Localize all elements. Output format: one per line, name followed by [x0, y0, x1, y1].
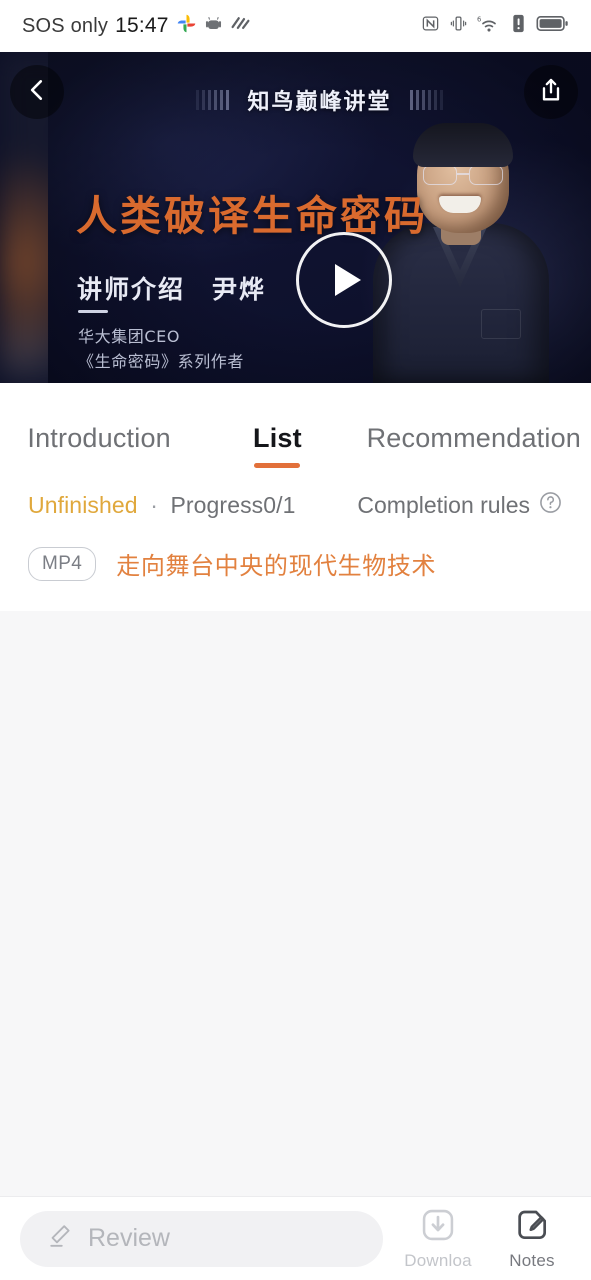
alert-icon [510, 14, 527, 38]
video-banner[interactable]: 知鸟巅峰讲堂 人类破译生命密码 讲师介绍 尹烨 华大集团CEO 《生命密码》系列… [0, 52, 591, 383]
download-button[interactable]: Downloa [399, 1206, 477, 1271]
tab-recommendation[interactable]: Recommendation [367, 423, 581, 468]
video-frame[interactable]: 知鸟巅峰讲堂 人类破译生命密码 讲师介绍 尹烨 华大集团CEO 《生命密码》系列… [48, 52, 591, 383]
file-type-badge: MP4 [28, 546, 97, 581]
chevron-left-icon [24, 77, 50, 108]
carrier-label: SOS only [22, 14, 109, 37]
video-brand-header: 知鸟巅峰讲堂 [48, 84, 591, 116]
note-pencil-icon [513, 1206, 551, 1249]
speaker-intro-label: 讲师介绍 尹烨 [77, 275, 267, 304]
speaker-role: 华大集团CEO [78, 327, 181, 346]
progress-separator: · [150, 491, 158, 518]
svg-text:6: 6 [477, 15, 481, 23]
lesson-title: 走向舞台中央的现代生物技术 [116, 553, 437, 580]
tab-list-label: List [253, 423, 302, 453]
status-bar: SOS only 15:47 6 [0, 0, 591, 52]
question-circle-icon [538, 490, 563, 520]
tab-list[interactable]: List [188, 423, 366, 468]
download-label: Downloa [404, 1251, 472, 1270]
status-bar-left: SOS only 15:47 [22, 13, 251, 39]
share-upload-icon [537, 76, 565, 109]
tab-recommendation-label: Recommendation [366, 423, 582, 453]
google-photos-icon [176, 13, 197, 39]
video-title: 人类破译生命密码 [76, 192, 428, 240]
progress-count: Progress0/1 [170, 491, 296, 518]
wifi-6-icon: 6 [477, 14, 501, 39]
tab-introduction-label: Introduction [27, 423, 171, 453]
active-tab-indicator [254, 463, 301, 468]
progress-row: Unfinished · Progress0/1 Completion rule… [0, 468, 591, 520]
decorative-bars-left-icon [196, 90, 230, 110]
bottom-bar: Review Downloa Notes [0, 1196, 591, 1280]
decorative-bars-right-icon [409, 90, 443, 110]
list-item[interactable]: MP4 走向舞台中央的现代生物技术 [0, 520, 591, 611]
android-robot-icon [204, 14, 223, 38]
completion-rules-button[interactable]: Completion rules [357, 490, 563, 520]
status-badge: Unfinished [28, 491, 138, 518]
list-card: Introduction List Recommendation Unfinis… [0, 383, 591, 611]
back-button[interactable] [10, 65, 64, 119]
vibrate-icon [449, 14, 468, 38]
download-icon [419, 1206, 457, 1249]
progress-summary: Unfinished · Progress0/1 [28, 492, 296, 519]
status-bar-right: 6 [421, 14, 569, 39]
nfc-icon [421, 14, 440, 38]
video-brand-label: 知鸟巅峰讲堂 [247, 90, 392, 115]
pencil-icon [46, 1222, 74, 1255]
tab-bar: Introduction List Recommendation [0, 400, 591, 468]
play-button[interactable] [296, 232, 392, 328]
tab-introduction[interactable]: Introduction [10, 423, 188, 468]
completion-rules-label: Completion rules [357, 491, 530, 518]
review-placeholder: Review [88, 1224, 170, 1252]
notes-button[interactable]: Notes [493, 1206, 571, 1271]
notes-label: Notes [509, 1251, 555, 1270]
speaker-work: 《生命密码》系列作者 [78, 352, 245, 371]
wave-icon [230, 13, 251, 39]
play-triangle-icon [334, 264, 361, 296]
speaker-photo [365, 123, 555, 383]
speaker-details: 华大集团CEO 《生命密码》系列作者 [78, 324, 244, 374]
title-divider [78, 310, 108, 313]
app-root: SOS only 15:47 6 知鸟巅峰讲堂 人类破译生命密码 讲师介绍 尹烨… [0, 0, 591, 1280]
clock-label: 15:47 [115, 14, 169, 37]
battery-icon [536, 14, 569, 38]
share-button[interactable] [524, 65, 578, 119]
review-input[interactable]: Review [20, 1210, 383, 1267]
content-sheet: Introduction List Recommendation Unfinis… [0, 383, 591, 1280]
